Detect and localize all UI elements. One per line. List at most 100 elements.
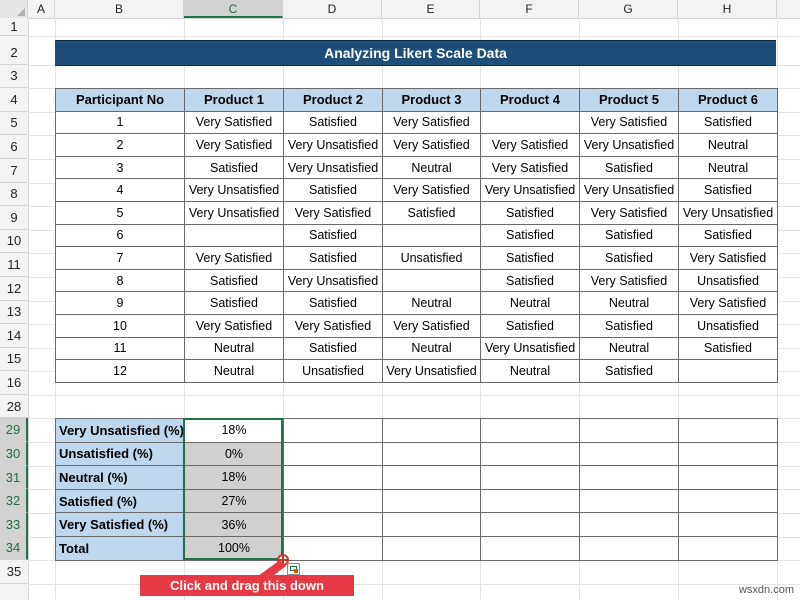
empty-summary-cell[interactable] <box>283 465 383 490</box>
row-header-32[interactable]: 32 <box>0 489 28 513</box>
participant-number-cell[interactable]: 3 <box>55 155 185 180</box>
summary-value-cell[interactable]: 100% <box>184 535 284 561</box>
response-cell[interactable]: Unsatisfied <box>382 246 481 270</box>
response-cell[interactable]: Satisfied <box>678 336 778 361</box>
response-cell[interactable]: Neutral <box>480 359 580 383</box>
response-cell[interactable] <box>678 359 778 383</box>
quick-analysis-icon[interactable] <box>287 563 300 575</box>
response-cell[interactable]: Neutral <box>382 291 481 315</box>
response-cell[interactable]: Very Satisfied <box>579 268 679 293</box>
participant-number-cell[interactable]: 11 <box>55 336 185 361</box>
row-header-29[interactable]: 29 <box>0 418 28 442</box>
column-header-f[interactable]: F <box>480 0 579 18</box>
response-cell[interactable]: Satisfied <box>579 155 679 180</box>
participant-number-cell[interactable]: 1 <box>55 110 185 135</box>
row-header-3[interactable]: 3 <box>0 64 28 88</box>
response-cell[interactable]: Satisfied <box>480 223 580 248</box>
participant-number-cell[interactable]: 8 <box>55 268 185 293</box>
summary-label-cell[interactable]: Unsatisfied (%) <box>55 441 185 467</box>
row-header-5[interactable]: 5 <box>0 111 28 135</box>
summary-label-cell[interactable]: Satisfied (%) <box>55 488 185 514</box>
response-cell[interactable]: Satisfied <box>480 313 580 338</box>
response-cell[interactable]: Very Unsatisfied <box>283 155 383 180</box>
response-cell[interactable]: Very Satisfied <box>678 246 778 270</box>
empty-summary-cell[interactable] <box>678 535 778 561</box>
response-cell[interactable]: Very Satisfied <box>184 133 284 157</box>
response-cell[interactable]: Satisfied <box>283 223 383 248</box>
row-header-4[interactable]: 4 <box>0 88 28 112</box>
response-cell[interactable]: Unsatisfied <box>678 313 778 338</box>
response-cell[interactable] <box>382 223 481 248</box>
response-cell[interactable]: Very Satisfied <box>382 313 481 338</box>
row-header-1[interactable]: 1 <box>0 18 28 36</box>
row-header-16[interactable]: 16 <box>0 371 28 395</box>
response-cell[interactable]: Very Unsatisfied <box>184 178 284 202</box>
empty-summary-cell[interactable] <box>480 535 580 561</box>
empty-summary-cell[interactable] <box>678 512 778 537</box>
response-cell[interactable]: Unsatisfied <box>678 268 778 293</box>
participant-number-cell[interactable]: 2 <box>55 133 185 157</box>
empty-summary-cell[interactable] <box>382 512 481 537</box>
row-header-14[interactable]: 14 <box>0 324 28 348</box>
empty-summary-cell[interactable] <box>579 465 679 490</box>
empty-summary-cell[interactable] <box>678 488 778 514</box>
empty-summary-cell[interactable] <box>283 535 383 561</box>
row-header-9[interactable]: 9 <box>0 206 28 230</box>
response-cell[interactable]: Very Satisfied <box>480 155 580 180</box>
empty-summary-cell[interactable] <box>678 465 778 490</box>
row-header-35[interactable]: 35 <box>0 560 28 584</box>
response-cell[interactable]: Satisfied <box>283 178 383 202</box>
response-cell[interactable]: Very Unsatisfied <box>480 178 580 202</box>
response-cell[interactable]: Very Satisfied <box>184 313 284 338</box>
empty-summary-cell[interactable] <box>579 535 679 561</box>
empty-summary-cell[interactable] <box>579 488 679 514</box>
empty-summary-cell[interactable] <box>480 418 580 443</box>
empty-summary-cell[interactable] <box>382 465 481 490</box>
summary-value-cell[interactable]: 27% <box>184 488 284 514</box>
response-cell[interactable] <box>382 268 481 293</box>
response-cell[interactable]: Very Satisfied <box>283 313 383 338</box>
participant-number-cell[interactable]: 4 <box>55 178 185 202</box>
response-cell[interactable]: Very Satisfied <box>678 291 778 315</box>
response-cell[interactable]: Satisfied <box>184 155 284 180</box>
column-header-d[interactable]: D <box>283 0 382 18</box>
empty-summary-cell[interactable] <box>382 535 481 561</box>
column-header-a[interactable]: A <box>28 0 55 18</box>
response-cell[interactable]: Very Unsatisfied <box>480 336 580 361</box>
participant-number-cell[interactable]: 12 <box>55 359 185 383</box>
response-cell[interactable]: Very Satisfied <box>283 200 383 225</box>
response-cell[interactable]: Neutral <box>579 336 679 361</box>
empty-summary-cell[interactable] <box>382 418 481 443</box>
participant-number-cell[interactable]: 7 <box>55 246 185 270</box>
response-cell[interactable]: Very Unsatisfied <box>283 133 383 157</box>
response-cell[interactable]: Neutral <box>678 155 778 180</box>
response-cell[interactable]: Very Satisfied <box>382 178 481 202</box>
response-cell[interactable] <box>184 223 284 248</box>
response-cell[interactable]: Satisfied <box>579 313 679 338</box>
empty-summary-cell[interactable] <box>283 441 383 467</box>
column-header-c[interactable]: C <box>184 0 283 18</box>
summary-value-cell[interactable]: 0% <box>184 441 284 467</box>
summary-label-cell[interactable]: Very Satisfied (%) <box>55 512 185 537</box>
response-cell[interactable]: Satisfied <box>283 336 383 361</box>
row-header-10[interactable]: 10 <box>0 229 28 253</box>
response-cell[interactable]: Very Unsatisfied <box>579 178 679 202</box>
response-cell[interactable]: Very Unsatisfied <box>283 268 383 293</box>
response-cell[interactable]: Neutral <box>382 155 481 180</box>
response-cell[interactable]: Neutral <box>678 133 778 157</box>
empty-summary-cell[interactable] <box>480 512 580 537</box>
response-cell[interactable]: Satisfied <box>184 291 284 315</box>
empty-summary-cell[interactable] <box>480 465 580 490</box>
empty-summary-cell[interactable] <box>579 512 679 537</box>
column-header-g[interactable]: G <box>579 0 678 18</box>
empty-summary-cell[interactable] <box>579 418 679 443</box>
response-cell[interactable]: Very Satisfied <box>184 110 284 135</box>
response-cell[interactable]: Neutral <box>579 291 679 315</box>
participant-number-cell[interactable]: 10 <box>55 313 185 338</box>
summary-label-cell[interactable]: Total <box>55 535 185 561</box>
response-cell[interactable]: Very Unsatisfied <box>382 359 481 383</box>
response-cell[interactable]: Satisfied <box>382 200 481 225</box>
empty-summary-cell[interactable] <box>283 488 383 514</box>
empty-summary-cell[interactable] <box>382 488 481 514</box>
empty-summary-cell[interactable] <box>283 512 383 537</box>
